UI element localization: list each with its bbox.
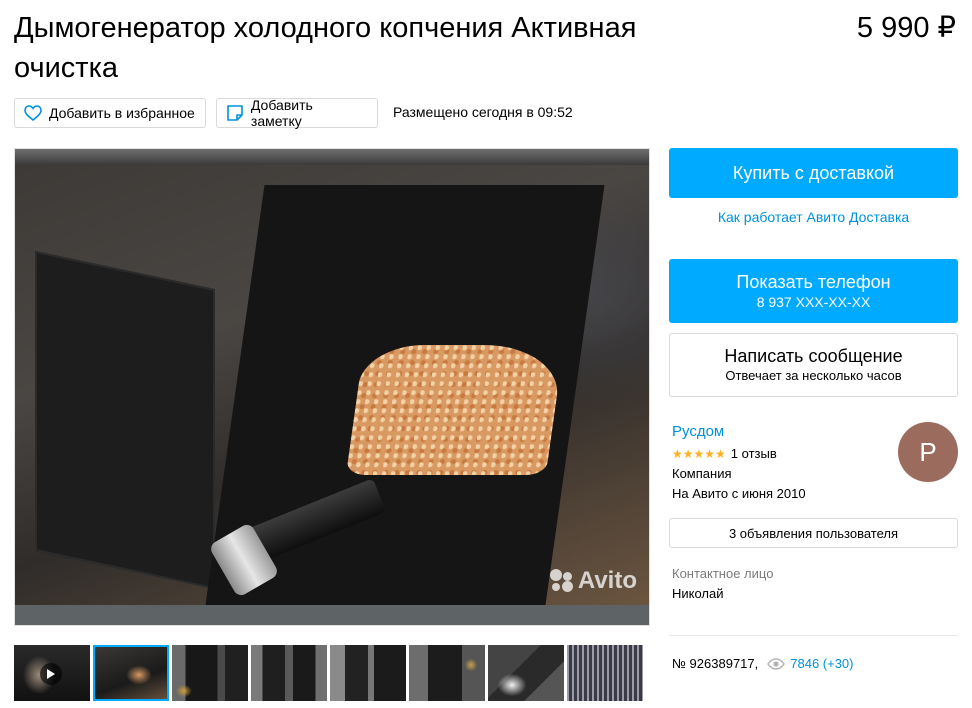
seller-name-link[interactable]: Русдом bbox=[672, 423, 724, 440]
avito-logo-icon bbox=[549, 569, 574, 593]
play-icon bbox=[40, 663, 62, 685]
phone-masked: 8 937 XXX-XX-XX bbox=[756, 294, 871, 310]
delivery-info-link[interactable]: Как работает Авито Доставка bbox=[669, 209, 958, 225]
thumbnail-image[interactable] bbox=[409, 645, 485, 701]
rating-stars: ★★★★★ bbox=[672, 446, 726, 461]
seller-since: На Авито с июня 2010 bbox=[672, 486, 806, 501]
listing-price: 5 990 ₽ bbox=[856, 12, 956, 44]
avito-watermark: Avito bbox=[549, 567, 637, 595]
thumbnail-image[interactable] bbox=[251, 645, 327, 701]
thumbnail-video[interactable] bbox=[14, 645, 90, 701]
user-ads-button[interactable]: 3 объявления пользователя bbox=[669, 518, 958, 548]
main-photo[interactable]: Avito bbox=[14, 148, 650, 626]
view-count[interactable]: 7846 (+30) bbox=[790, 656, 853, 671]
add-note-button[interactable]: Добавить заметку bbox=[216, 97, 378, 129]
write-message-button[interactable]: Написать сообщение Отвечает за несколько… bbox=[669, 333, 958, 397]
photo-letterbox-bottom bbox=[15, 605, 649, 625]
thumbnail-strip bbox=[14, 645, 643, 701]
contact-person-name: Николай bbox=[672, 586, 724, 601]
photo-letterbox-top bbox=[15, 149, 649, 165]
seller-avatar[interactable]: Р bbox=[898, 422, 958, 482]
heart-icon bbox=[23, 103, 43, 123]
show-phone-button[interactable]: Показать телефон 8 937 XXX-XX-XX bbox=[669, 259, 958, 323]
review-count: 1 отзыв bbox=[730, 446, 777, 461]
eye-icon bbox=[767, 657, 786, 670]
listing-meta: № 926389717, 7846 (+30) bbox=[672, 656, 854, 671]
thumbnail-image[interactable] bbox=[172, 645, 248, 701]
add-to-favorites-label: Добавить в избранное bbox=[49, 105, 195, 121]
listing-title: Дымогенератор холодного копчения Активна… bbox=[14, 12, 637, 84]
thumbnail-image[interactable] bbox=[330, 645, 406, 701]
thumbnail-image[interactable] bbox=[93, 645, 169, 701]
add-note-label: Добавить заметку bbox=[250, 97, 313, 129]
watermark-text: Avito bbox=[577, 567, 637, 594]
seller-rating[interactable]: ★★★★★ 1 отзыв bbox=[672, 446, 777, 461]
posted-date: Размещено сегодня в 09:52 bbox=[393, 104, 573, 120]
listing-number: № 926389717, bbox=[672, 656, 759, 671]
note-icon bbox=[225, 103, 245, 123]
reply-time: Отвечает за несколько часов bbox=[725, 368, 902, 383]
seller-type: Компания bbox=[672, 466, 732, 481]
photo-image bbox=[15, 165, 649, 607]
thumbnail-image[interactable] bbox=[488, 645, 564, 701]
thumbnail-image[interactable] bbox=[567, 645, 643, 701]
write-message-label: Написать сообщение bbox=[724, 346, 903, 366]
contact-person-label: Контактное лицо bbox=[672, 566, 774, 581]
show-phone-label: Показать телефон bbox=[736, 272, 891, 292]
add-to-favorites-button[interactable]: Добавить в избранное bbox=[14, 98, 206, 128]
buy-with-delivery-button[interactable]: Купить с доставкой bbox=[669, 148, 958, 198]
divider bbox=[669, 635, 958, 636]
